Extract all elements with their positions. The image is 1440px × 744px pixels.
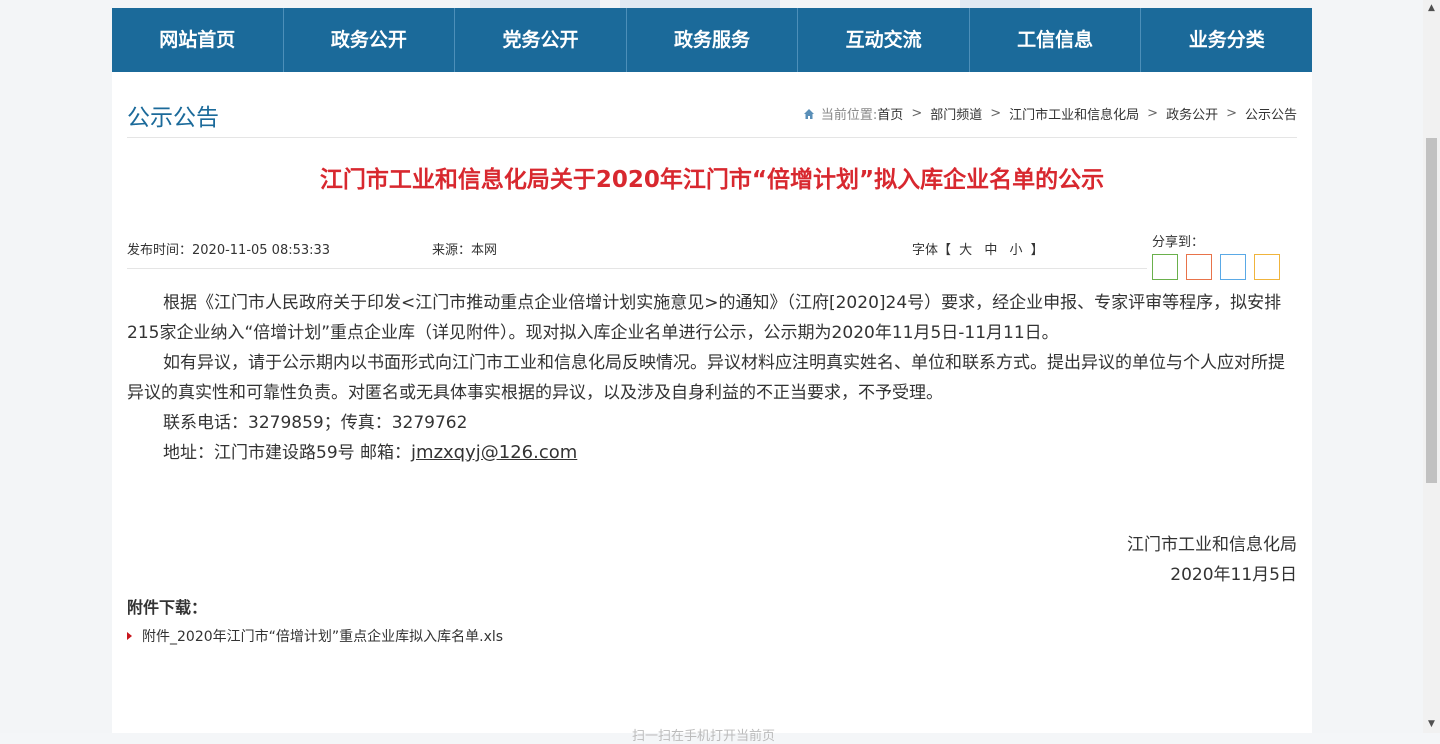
nav-item-interaction[interactable]: 互动交流	[798, 8, 970, 72]
main-content: 网站首页 政务公开 党务公开 政务服务 互动交流 工信信息 业务分类 公示公告 …	[112, 8, 1312, 744]
scroll-thumb[interactable]	[1426, 138, 1437, 483]
header-banner-fragment	[470, 0, 600, 8]
article-body: 根据《江门市人民政府关于印发<江门市推动重点企业倍增计划实施意见>的通知》（江府…	[127, 288, 1297, 468]
font-size-small[interactable]: 小	[1009, 243, 1022, 258]
address-text: 地址：江门市建设路59号 邮箱：	[163, 443, 412, 463]
breadcrumb-government-affairs[interactable]: 政务公开	[1166, 104, 1218, 123]
breadcrumb-separator: >	[990, 106, 1002, 121]
breadcrumb-department-channel[interactable]: 部门频道	[930, 104, 982, 123]
publish-time: 发布时间：2020-11-05 08:53:33	[127, 243, 331, 258]
breadcrumb-separator: >	[1147, 106, 1159, 121]
qr-scan-hint: 扫一扫在手机打开当前页	[632, 729, 776, 744]
nav-item-government-affairs[interactable]: 政务公开	[284, 8, 456, 72]
contact-address: 地址：江门市建设路59号 邮箱：jmzxqyj@126.com	[127, 438, 1297, 468]
sign-date: 2020年11月5日	[1170, 565, 1297, 585]
font-size-medium[interactable]: 中	[984, 243, 997, 258]
section-title: 公示公告	[127, 105, 219, 131]
sign-off: 江门市工业和信息化局 2020年11月5日	[1127, 530, 1297, 590]
main-nav: 网站首页 政务公开 党务公开 政务服务 互动交流 工信信息 业务分类	[112, 8, 1312, 72]
scroll-up-icon[interactable]: ▲	[1423, 0, 1440, 17]
share-qzone-icon[interactable]	[1254, 254, 1280, 280]
article-source: 来源：本网	[432, 243, 498, 258]
attachment-filename: 附件_2020年江门市“倍增计划”重点企业库拟入库名单.xls	[142, 629, 504, 645]
nav-item-party-affairs[interactable]: 党务公开	[455, 8, 627, 72]
header-divider	[127, 137, 1297, 138]
breadcrumb-bureau[interactable]: 江门市工业和信息化局	[1009, 104, 1139, 123]
sign-org: 江门市工业和信息化局	[1127, 535, 1297, 555]
header-banner-fragment	[620, 0, 780, 8]
share-icons	[1152, 254, 1280, 280]
email-link[interactable]: jmzxqyj@126.com	[411, 442, 577, 463]
font-size-label: 字体【	[912, 243, 952, 258]
font-size-control: 字体【 大 中 小 】	[912, 239, 1044, 258]
share-wechat-icon[interactable]	[1152, 254, 1178, 280]
nav-item-business-categories[interactable]: 业务分类	[1141, 8, 1312, 72]
breadcrumb: 当前位置: 首页 > 部门频道 > 江门市工业和信息化局 > 政务公开 > 公示…	[803, 104, 1297, 123]
article-paragraph: 根据《江门市人民政府关于印发<江门市推动重点企业倍增计划实施意见>的通知》（江府…	[127, 293, 1282, 343]
article-paragraph: 如有异议，请于公示期内以书面形式向江门市工业和信息化局反映情况。异议材料应注明真…	[127, 353, 1285, 403]
vertical-scrollbar[interactable]: ▲ ▼	[1423, 0, 1440, 733]
scroll-down-icon[interactable]: ▼	[1423, 716, 1440, 733]
share-weibo-icon[interactable]	[1186, 254, 1212, 280]
arrow-right-icon	[127, 632, 132, 640]
font-size-close: 】	[1030, 243, 1044, 258]
breadcrumb-prefix: 当前位置:	[820, 108, 878, 123]
meta-divider	[127, 268, 1147, 269]
font-size-large[interactable]: 大	[959, 243, 972, 258]
breadcrumb-announcements[interactable]: 公示公告	[1245, 104, 1297, 123]
article-title: 江门市工业和信息化局关于2020年江门市“倍增计划”拟入库企业名单的公示	[319, 167, 1105, 193]
share-qq-icon[interactable]	[1220, 254, 1246, 280]
breadcrumb-home[interactable]: 首页	[877, 104, 903, 123]
nav-item-industry-info[interactable]: 工信信息	[970, 8, 1142, 72]
home-icon	[803, 108, 814, 119]
header-banner-fragment	[960, 0, 1040, 8]
breadcrumb-separator: >	[911, 106, 923, 121]
attachment-link[interactable]: 附件_2020年江门市“倍增计划”重点企业库拟入库名单.xls	[127, 626, 503, 646]
nav-item-home[interactable]: 网站首页	[112, 8, 284, 72]
contact-phone: 联系电话：3279859；传真：3279762	[163, 413, 468, 433]
breadcrumb-separator: >	[1226, 106, 1237, 121]
attachments-title: 附件下载：	[127, 598, 208, 617]
nav-item-government-services[interactable]: 政务服务	[627, 8, 799, 72]
share-label: 分享到：	[1152, 235, 1205, 250]
